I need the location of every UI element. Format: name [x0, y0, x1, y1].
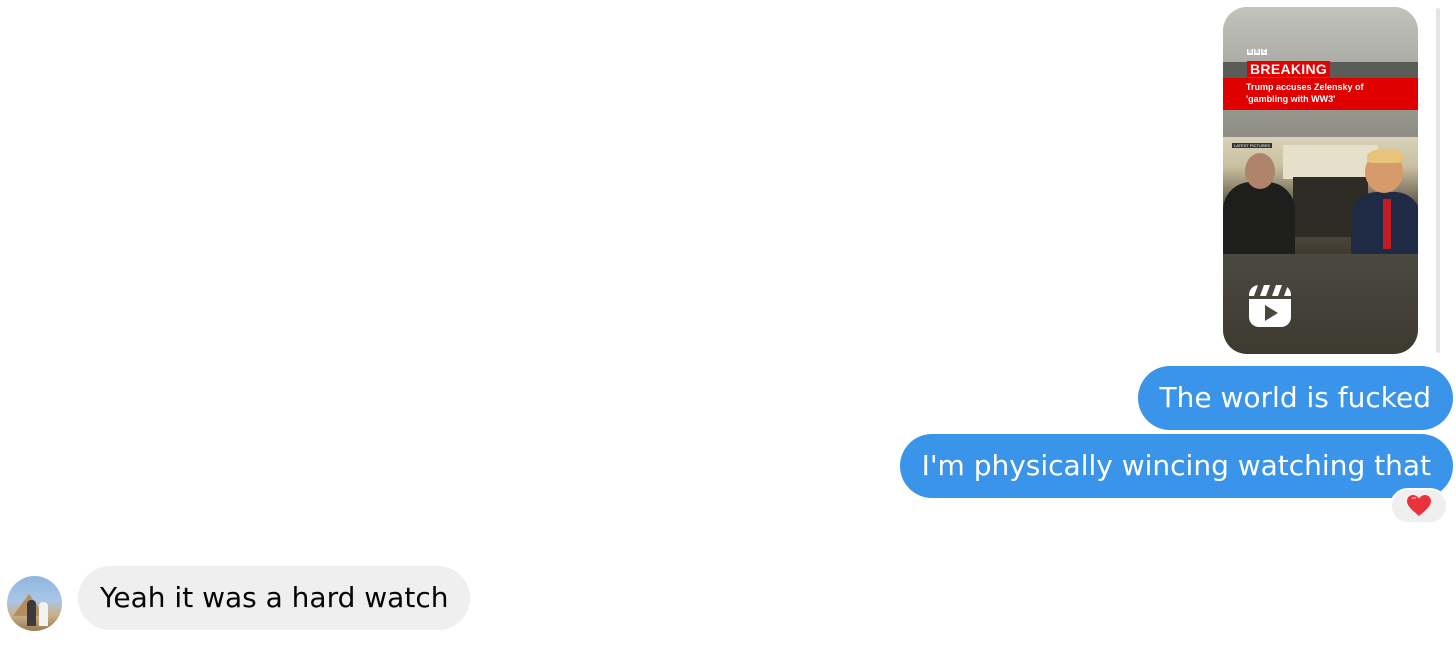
scrollbar[interactable]	[1436, 8, 1440, 353]
heart-icon	[1407, 495, 1431, 516]
red-tie	[1383, 199, 1391, 249]
news-brand-logo: B B C	[1247, 49, 1267, 55]
reel-video-thumbnail	[1223, 137, 1418, 254]
news-brand-letter: B	[1254, 49, 1260, 55]
message-reaction[interactable]	[1390, 488, 1448, 524]
shared-reel-card[interactable]: B B C BREAKING Trump accuses Zelensky of…	[1223, 7, 1418, 354]
news-brand-letter: B	[1247, 49, 1253, 55]
incoming-message[interactable]: Yeah it was a hard watch	[78, 566, 471, 630]
chat-thread: B B C BREAKING Trump accuses Zelensky of…	[0, 0, 1456, 660]
person-right-hair	[1367, 149, 1403, 163]
outgoing-message[interactable]: I'm physically wincing watching that	[899, 434, 1453, 498]
person-left-head	[1245, 153, 1275, 189]
news-brand-letter: C	[1261, 49, 1267, 55]
person-left	[1223, 182, 1295, 254]
reel-headline: Trump accuses Zelensky of 'gambling with…	[1246, 82, 1364, 104]
reel-top-band	[1223, 7, 1418, 67]
contact-avatar[interactable]	[7, 576, 62, 631]
mantel	[1283, 145, 1378, 179]
latest-pictures-label: LATEST PICTURES	[1232, 143, 1273, 148]
avatar-person	[27, 600, 36, 626]
reel-play-icon[interactable]	[1248, 284, 1292, 328]
avatar-person	[39, 602, 48, 626]
outgoing-message[interactable]: The world is fucked	[1137, 366, 1453, 430]
breaking-label: BREAKING	[1247, 61, 1331, 77]
